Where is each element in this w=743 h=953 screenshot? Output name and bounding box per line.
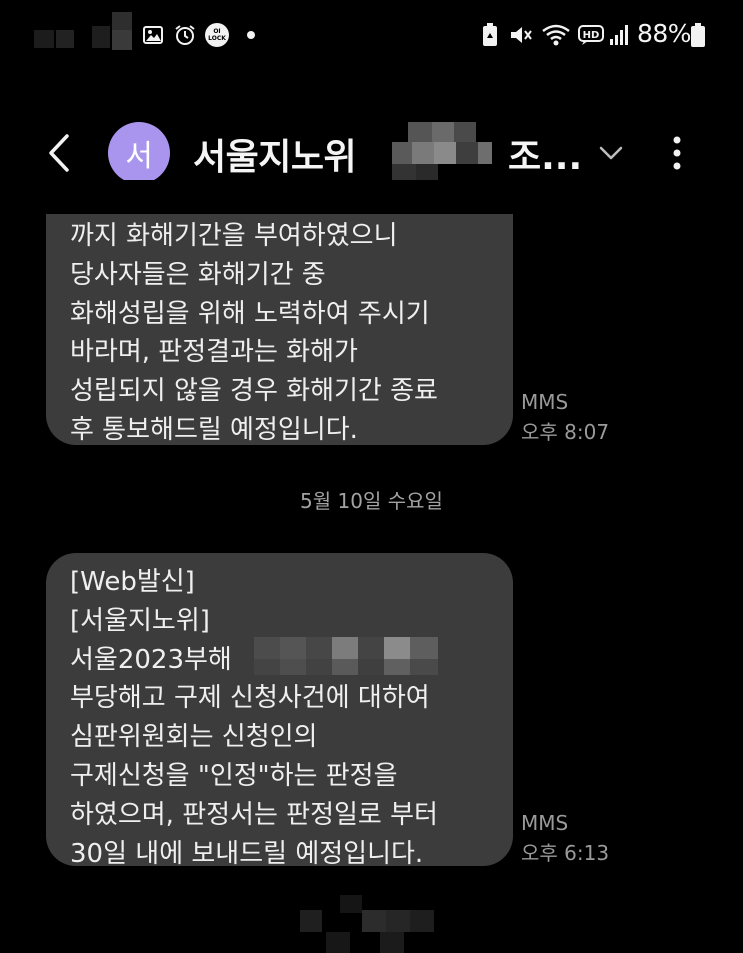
redacted-text	[306, 637, 332, 659]
message-line: 후 통보해드릴 예정입니다.	[70, 414, 358, 445]
redacted-text	[306, 659, 332, 675]
redacted-text	[412, 142, 434, 164]
message-bubble[interactable]: 까지 화해기간을 부여하였으니 당사자들은 화해기간 중 화해성립을 위해 노력…	[46, 180, 513, 445]
blurred-region	[380, 932, 404, 953]
redacted-text	[280, 637, 306, 659]
battery-saver-icon	[480, 22, 500, 48]
redacted-text	[358, 637, 384, 659]
blurred-region	[362, 910, 386, 932]
alarm-icon	[173, 22, 197, 48]
redacted-text	[384, 637, 410, 659]
contact-name-suffix[interactable]: 조...	[508, 128, 582, 180]
message-line: 심판위원회는 신청인의	[70, 722, 318, 753]
message-time: 오후 8:07	[521, 420, 610, 444]
avatar-initial: 서	[125, 139, 153, 174]
message-line: 하였으며, 판정서는 판정일로 부터	[70, 799, 438, 830]
battery-icon	[690, 22, 706, 48]
contact-name[interactable]: 서울지노위	[193, 128, 357, 180]
blurred-region	[56, 30, 74, 48]
wifi-icon	[540, 22, 572, 48]
message-meta: MMS 오후 8:07	[521, 387, 609, 447]
blurred-region	[326, 932, 350, 953]
message-line: 성립되지 않을 경우 화해기간 종료	[70, 376, 438, 407]
blurred-region	[340, 895, 362, 913]
redacted-text	[434, 142, 456, 164]
message-line: 바라며, 판정결과는 화해가	[70, 337, 358, 368]
lock-app-icon: OI LOCK	[204, 22, 230, 48]
blurred-region	[34, 30, 54, 48]
redacted-text	[454, 122, 476, 142]
blurred-region	[386, 910, 410, 932]
redacted-text	[392, 142, 412, 164]
redacted-text	[332, 637, 358, 659]
message-line: 까지 화해기간을 부여하였으니	[70, 221, 398, 251]
svg-text:LOCK: LOCK	[208, 35, 226, 42]
redacted-text	[280, 659, 306, 675]
redacted-text	[408, 122, 432, 142]
redacted-text	[478, 142, 492, 164]
message-line: 부당해고 구제 신청사건에 대하여	[70, 683, 430, 714]
redacted-text	[254, 637, 280, 659]
message-line: 화해성립을 위해 노력하여 주시기	[70, 298, 430, 329]
redacted-text	[254, 659, 280, 675]
message-line: [Web발신]	[70, 567, 195, 597]
signal-icon	[608, 22, 630, 48]
notification-dot-icon	[244, 22, 258, 48]
message-meta: MMS 오후 6:13	[521, 808, 609, 868]
message-line: [서울지노위]	[70, 605, 210, 636]
more-options-button[interactable]	[660, 130, 694, 176]
redacted-text	[384, 659, 410, 675]
blurred-region	[112, 30, 132, 50]
redacted-text	[456, 142, 478, 164]
blurred-region	[300, 910, 322, 932]
blurred-region	[92, 26, 110, 48]
message-bubble[interactable]: [Web발신] [서울지노위] 서울2023부해 부당해고 구제 신청사건에 대…	[46, 553, 513, 869]
hd-voice-icon: HD	[578, 22, 604, 48]
status-bar: OI LOCK HD 88%	[0, 0, 743, 70]
message-time: 오후 6:13	[521, 841, 610, 865]
expand-button[interactable]	[594, 136, 628, 170]
redacted-text	[432, 122, 454, 142]
gallery-icon	[142, 22, 164, 48]
back-button[interactable]	[36, 130, 82, 176]
battery-percent: 88%	[637, 19, 692, 48]
svg-text:HD: HD	[583, 30, 600, 41]
redacted-text	[410, 659, 438, 675]
date-divider: 5월 10일 수요일	[300, 489, 443, 513]
chevron-down-icon	[599, 146, 623, 160]
blurred-region	[112, 12, 132, 30]
svg-text:OI: OI	[213, 28, 220, 35]
scroll-clip	[0, 180, 743, 214]
blurred-region	[410, 910, 434, 932]
avatar[interactable]: 서	[108, 122, 170, 184]
redacted-text	[332, 659, 358, 675]
message-line: 구제신청을 "인정"하는 판정을	[70, 760, 398, 791]
mute-icon	[508, 22, 534, 48]
message-line: 당사자들은 화해기간 중	[70, 259, 326, 290]
message-type: MMS	[521, 811, 569, 835]
message-type: MMS	[521, 390, 569, 414]
back-chevron-icon	[49, 134, 69, 172]
more-vertical-icon	[673, 136, 681, 170]
redacted-text	[358, 659, 384, 675]
message-line: 30일 내에 보내드릴 예정입니다.	[70, 838, 424, 869]
redacted-text	[410, 637, 438, 659]
